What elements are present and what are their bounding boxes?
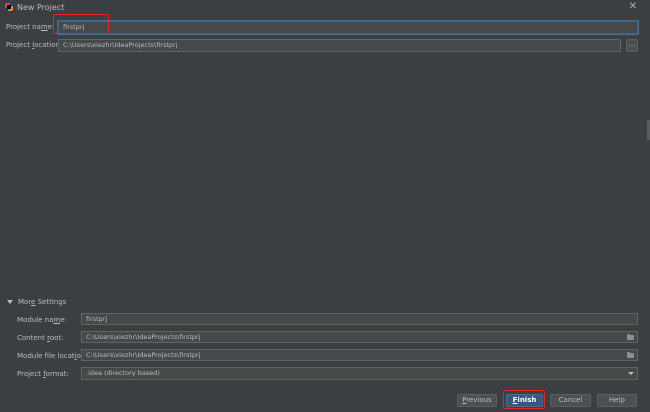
module-file-location-input[interactable]: C:\Users\xiezhr\IdeaProjects\firstprj — [81, 349, 638, 361]
content-root-label: Content root: — [17, 334, 64, 342]
project-format-selected-value: .idea (directory based) — [86, 369, 160, 377]
folder-browse-icon[interactable] — [627, 352, 634, 358]
cancel-button[interactable]: Cancel — [550, 394, 591, 407]
module-file-location-label: Module file location: — [17, 352, 88, 360]
more-settings-toggle[interactable]: More Settings — [7, 298, 66, 306]
collapse-triangle-icon — [7, 300, 13, 304]
project-name-label: Project name: — [6, 23, 55, 31]
new-project-dialog: New Project ✕ Project name: firstprj Pro… — [0, 0, 650, 412]
close-icon[interactable]: ✕ — [628, 1, 638, 13]
intellij-idea-app-icon — [5, 3, 13, 11]
module-name-input[interactable]: firstprj — [81, 313, 638, 325]
finish-button[interactable]: Finish — [506, 394, 543, 407]
folder-browse-icon[interactable] — [627, 334, 634, 340]
project-location-label: Project location: — [6, 41, 63, 49]
project-format-label: Project format: — [17, 370, 69, 378]
help-button[interactable]: Help — [597, 394, 637, 407]
project-format-select[interactable]: .idea (directory based) — [81, 367, 638, 380]
project-location-input[interactable]: C:\Users\xiezhr\IdeaProjects\firstprj — [58, 39, 621, 52]
window-title: New Project — [17, 3, 65, 12]
previous-button[interactable]: Previous — [457, 394, 497, 407]
content-root-input[interactable]: C:\Users\xiezhr\IdeaProjects\firstprj — [81, 331, 638, 343]
browse-location-button[interactable]: ... — [626, 39, 638, 52]
title-bar: New Project ✕ — [0, 0, 650, 15]
project-name-input[interactable]: firstprj — [58, 21, 638, 34]
chevron-down-icon — [628, 372, 634, 375]
module-name-label: Module name: — [17, 316, 67, 324]
